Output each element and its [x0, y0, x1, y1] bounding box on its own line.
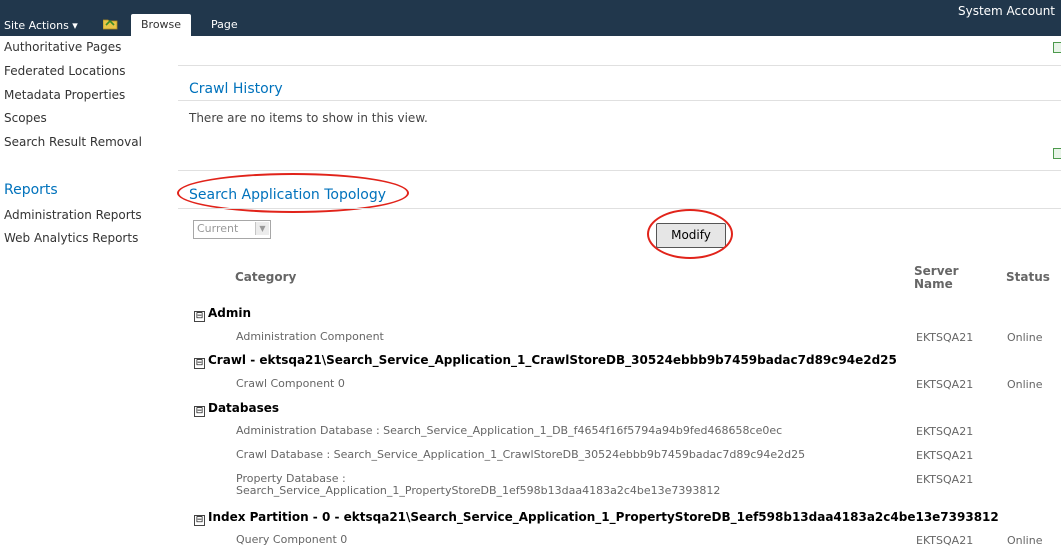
column-header-category: Category	[235, 270, 297, 284]
webpart-menu-icon[interactable]	[1053, 148, 1061, 159]
nav-metadata-properties[interactable]: Metadata Properties	[4, 88, 125, 102]
nav-scopes[interactable]: Scopes	[4, 111, 47, 125]
crawl-history-title[interactable]: Crawl History	[189, 81, 283, 97]
collapse-toggle-icon[interactable]: ⊟	[194, 406, 205, 417]
nav-federated-locations[interactable]: Federated Locations	[4, 64, 125, 78]
highlight-annotation-oval	[177, 173, 409, 213]
nav-reports-heading[interactable]: Reports	[4, 182, 58, 198]
column-header-status: Status	[1006, 270, 1050, 284]
group-label: Admin	[208, 306, 252, 320]
divider	[178, 208, 1061, 209]
column-header-server-line: Server	[914, 264, 959, 278]
server-name: EKTSQA21	[916, 449, 974, 462]
highlight-annotation-oval	[647, 209, 733, 259]
nav-search-result-removal[interactable]: Search Result Removal	[4, 135, 142, 149]
nav-web-analytics-reports[interactable]: Web Analytics Reports	[4, 231, 138, 245]
topology-view-value: Current	[197, 222, 239, 235]
ribbon-bar: Site Actions ▾ Browse Page System Accoun…	[0, 0, 1061, 36]
server-name: EKTSQA21	[916, 534, 974, 547]
divider	[178, 65, 1061, 66]
group-label: Crawl - ektsqa21\Search_Service_Applicat…	[208, 353, 897, 367]
database-name-line2: Search_Service_Application_1_PropertySto…	[236, 484, 721, 497]
nav-authoritative-pages[interactable]: Authoritative Pages	[4, 40, 121, 54]
collapse-toggle-icon[interactable]: ⊟	[194, 311, 205, 322]
server-name: EKTSQA21	[916, 473, 974, 486]
divider	[178, 170, 1061, 171]
status-text: Online	[1007, 378, 1043, 391]
component-name: Query Component 0	[236, 533, 348, 546]
group-crawl[interactable]: ⊟ Crawl - ektsqa21\Search_Service_Applica…	[194, 353, 897, 369]
divider	[178, 100, 1061, 101]
group-admin[interactable]: ⊟ Admin	[194, 306, 252, 322]
server-name: EKTSQA21	[916, 425, 974, 438]
collapse-toggle-icon[interactable]: ⊟	[194, 515, 205, 526]
group-databases[interactable]: ⊟ Databases	[194, 401, 280, 417]
collapse-toggle-icon[interactable]: ⊟	[194, 358, 205, 369]
server-name: EKTSQA21	[916, 378, 974, 391]
status-text: Online	[1007, 331, 1043, 344]
component-name: Crawl Component 0	[236, 377, 345, 390]
group-label: Index Partition - 0 - ektsqa21\Search_Se…	[208, 510, 999, 524]
site-actions-menu[interactable]: Site Actions ▾	[4, 19, 78, 32]
component-name: Administration Component	[236, 330, 384, 343]
column-header-server-name: Server Name	[914, 265, 959, 291]
column-header-name-line: Name	[914, 277, 953, 291]
server-name: EKTSQA21	[916, 331, 974, 344]
tab-browse[interactable]: Browse	[131, 14, 192, 36]
webpart-menu-icon[interactable]	[1053, 42, 1061, 53]
database-name: Crawl Database : Search_Service_Applicat…	[236, 448, 806, 461]
database-name: Property Database : Search_Service_Appli…	[236, 473, 720, 497]
navigate-up-folder-icon[interactable]	[103, 18, 118, 30]
database-name: Administration Database : Search_Service…	[236, 424, 783, 437]
chevron-down-icon: ▼	[255, 222, 269, 235]
topology-view-select[interactable]: Current ▼	[193, 220, 271, 239]
tab-page[interactable]: Page	[201, 14, 248, 36]
status-text: Online	[1007, 534, 1043, 547]
nav-administration-reports[interactable]: Administration Reports	[4, 208, 142, 222]
group-label: Databases	[208, 401, 280, 415]
user-account-menu[interactable]: System Account	[958, 4, 1055, 18]
empty-view-message: There are no items to show in this view.	[189, 111, 428, 125]
group-index-partition[interactable]: ⊟ Index Partition - 0 - ektsqa21\Search_S…	[194, 510, 999, 526]
